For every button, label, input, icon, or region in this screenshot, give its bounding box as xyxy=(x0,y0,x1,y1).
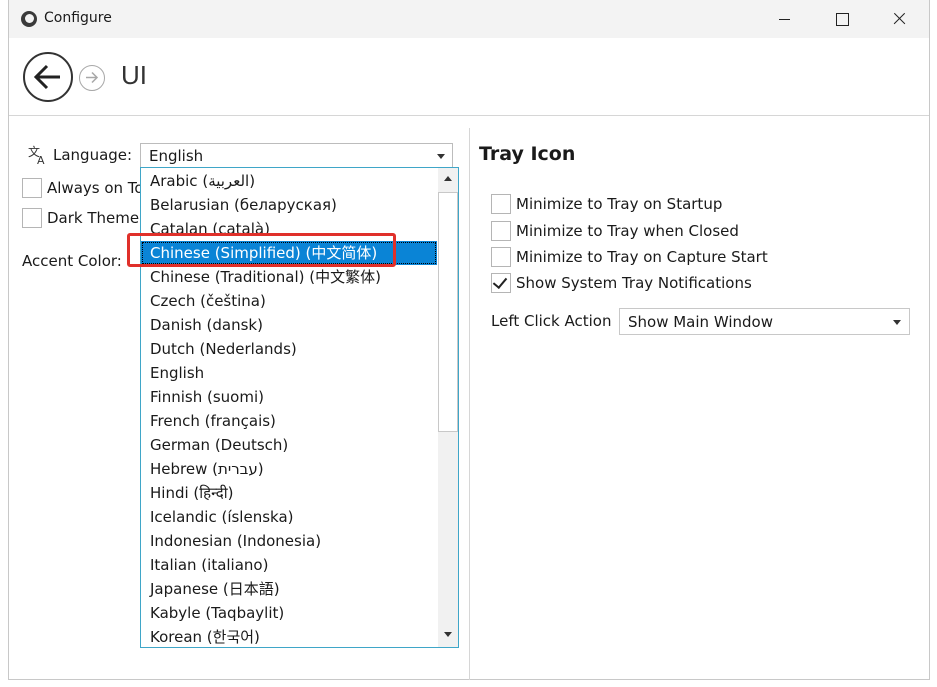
translate-icon: 文 A xyxy=(27,143,49,167)
dark-theme-label: Dark Theme xyxy=(47,209,140,227)
list-item[interactable]: Kabyle (Taqbaylit) xyxy=(141,601,437,625)
checkmark-icon xyxy=(492,273,508,290)
dark-theme-checkbox[interactable] xyxy=(22,208,42,228)
app-icon xyxy=(21,11,37,27)
list-item[interactable]: Korean (한국어) xyxy=(141,625,437,647)
svg-text:A: A xyxy=(37,154,45,165)
minimize-on-startup-checkbox[interactable] xyxy=(491,194,511,214)
tray-notifications-label: Show System Tray Notifications xyxy=(516,274,752,292)
language-selected-value: English xyxy=(149,147,204,165)
close-button[interactable] xyxy=(875,0,921,38)
list-item[interactable]: Indonesian (Indonesia) xyxy=(141,529,437,553)
list-item[interactable]: Finnish (suomi) xyxy=(141,385,437,409)
scroll-down-icon[interactable] xyxy=(438,624,458,646)
language-select[interactable]: English xyxy=(140,143,453,168)
list-item[interactable]: Danish (dansk) xyxy=(141,313,437,337)
list-item[interactable]: Icelandic (íslenska) xyxy=(141,505,437,529)
list-item[interactable]: Czech (čeština) xyxy=(141,289,437,313)
list-item[interactable]: Arabic (العربية) xyxy=(141,169,437,193)
chevron-down-icon xyxy=(437,154,445,159)
panel-divider xyxy=(469,128,470,680)
minimize-on-capture-checkbox[interactable] xyxy=(491,247,511,267)
minimize-on-capture-label: Minimize to Tray on Capture Start xyxy=(516,248,768,266)
chevron-down-icon xyxy=(893,320,901,325)
page-header: UI xyxy=(9,38,929,116)
left-click-action-label: Left Click Action xyxy=(491,312,612,330)
minimize-when-closed-label: Minimize to Tray when Closed xyxy=(516,222,739,240)
list-item[interactable]: Italian (italiano) xyxy=(141,553,437,577)
list-item[interactable]: Hebrew (עברית) xyxy=(141,457,437,481)
configure-window: Configure UI 文 A Language: English Alway… xyxy=(8,0,930,680)
tray-notifications-checkbox[interactable] xyxy=(491,273,511,293)
minimize-button[interactable] xyxy=(761,0,807,38)
arrow-left-icon xyxy=(33,64,60,90)
scroll-up-icon[interactable] xyxy=(438,168,458,190)
scrollbar-thumb[interactable] xyxy=(438,192,458,432)
always-on-top-checkbox[interactable] xyxy=(22,178,42,198)
language-label: Language: xyxy=(53,146,133,164)
list-item[interactable]: English xyxy=(141,361,437,385)
always-on-top-label: Always on Top xyxy=(47,179,154,197)
left-click-action-value: Show Main Window xyxy=(628,313,773,331)
window-title: Configure xyxy=(44,10,112,26)
left-click-action-select[interactable]: Show Main Window xyxy=(619,308,910,335)
forward-button[interactable] xyxy=(79,65,105,91)
page-title: UI xyxy=(121,60,147,90)
dropdown-scrollbar[interactable] xyxy=(438,168,458,647)
list-item[interactable]: Hindi (हिन्दी) xyxy=(141,481,437,505)
list-item[interactable]: French (français) xyxy=(141,409,437,433)
minimize-on-startup-label: Minimize to Tray on Startup xyxy=(516,195,723,213)
title-bar: Configure xyxy=(9,0,929,38)
maximize-button[interactable] xyxy=(817,0,863,38)
list-item[interactable]: Japanese (日本語) xyxy=(141,577,437,601)
list-item[interactable]: Dutch (Nederlands) xyxy=(141,337,437,361)
tray-icon-heading: Tray Icon xyxy=(479,143,576,165)
list-item[interactable]: German (Deutsch) xyxy=(141,433,437,457)
arrow-right-icon xyxy=(86,71,99,84)
back-button[interactable] xyxy=(23,52,73,102)
annotation-highlight-box xyxy=(127,233,396,267)
minimize-when-closed-checkbox[interactable] xyxy=(491,221,511,241)
accent-color-label: Accent Color: xyxy=(22,252,122,270)
list-item[interactable]: Chinese (Traditional) (中文繁体) xyxy=(141,265,437,289)
list-item[interactable]: Belarusian (беларуская) xyxy=(141,193,437,217)
